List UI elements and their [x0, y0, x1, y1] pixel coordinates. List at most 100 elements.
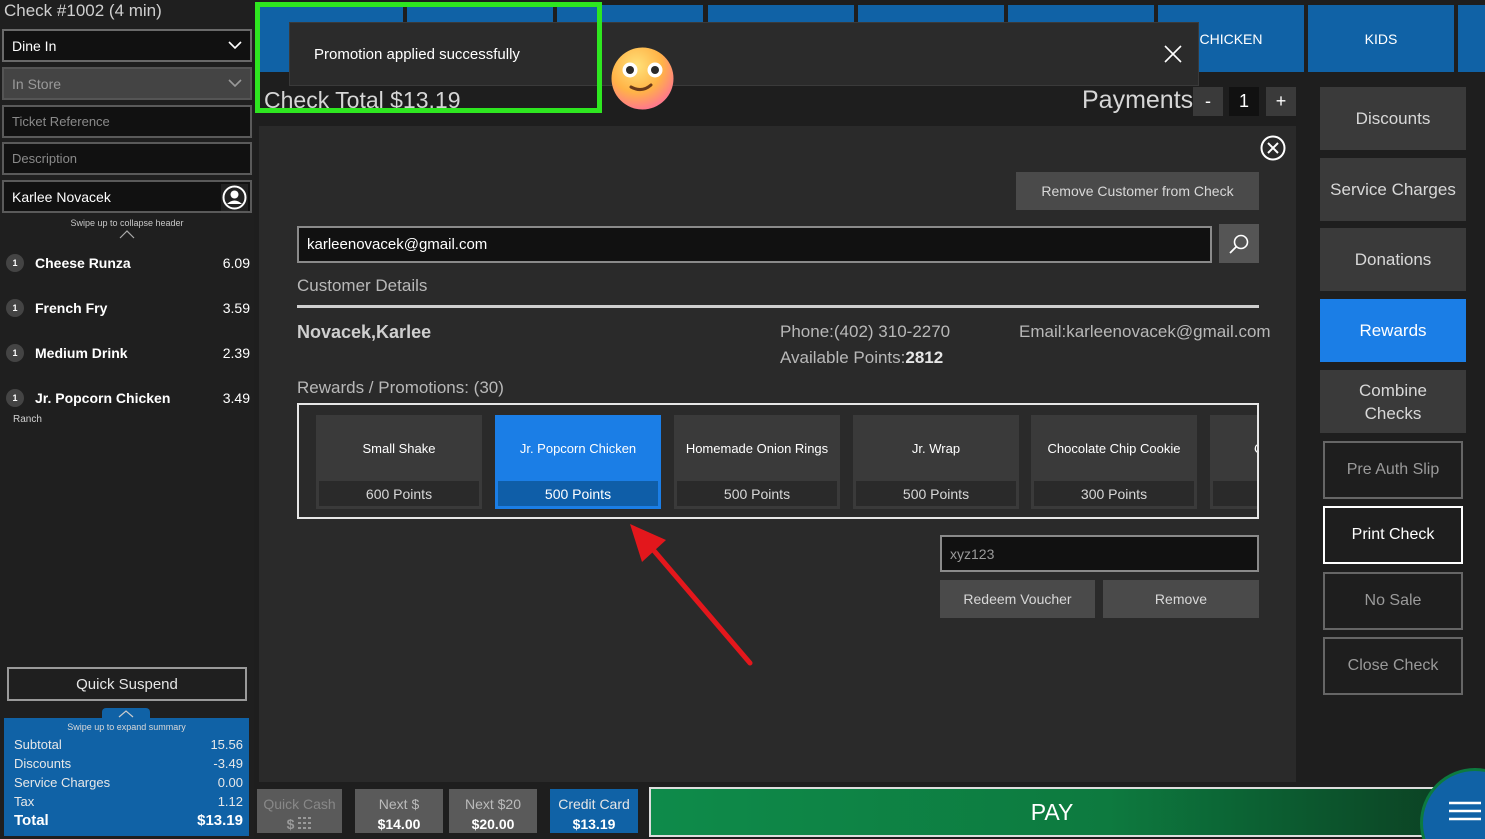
- category-tab-kids[interactable]: KIDS: [1308, 5, 1454, 72]
- search-icon: [1229, 234, 1249, 254]
- customer-field[interactable]: Karlee Novacek: [2, 180, 252, 213]
- payments-count: 1: [1229, 87, 1259, 116]
- next-20-value: $20.00: [471, 816, 515, 832]
- voucher-input[interactable]: xyz123: [940, 535, 1259, 572]
- reward-name: Jr. Wrap: [911, 440, 961, 456]
- chevron-down-icon: [228, 79, 242, 88]
- order-item[interactable]: 1 French Fry 3.59: [6, 296, 252, 320]
- service-charges-button[interactable]: Service Charges: [1320, 158, 1466, 221]
- reward-name: Chocolate Chip Cookie: [1047, 440, 1181, 456]
- order-panel: Check #1002 (4 min) Dine In In Store Tic…: [0, 0, 254, 839]
- reward-name: Homemade Onion Rings: [685, 440, 829, 456]
- quick-suspend-button[interactable]: Quick Suspend: [7, 667, 247, 701]
- category-tab[interactable]: [1458, 5, 1485, 72]
- item-qty: 1: [6, 299, 24, 317]
- swipe-header-hint: Swipe up to collapse header: [70, 218, 184, 228]
- order-type-value: Dine In: [12, 37, 57, 54]
- item-price: 6.09: [222, 255, 250, 271]
- grid-icon: [298, 817, 312, 829]
- customer-search-input[interactable]: karleenovacek@gmail.com: [297, 226, 1212, 263]
- customer-phone: Phone:(402) 310-2270: [780, 322, 951, 341]
- reward-points: 600 Points: [319, 481, 479, 506]
- reward-card[interactable]: C: [1210, 415, 1257, 509]
- swipe-summary-hint: Swipe up to expand summary: [67, 722, 186, 732]
- close-icon[interactable]: [1164, 45, 1182, 63]
- customer-email: Email:karleenovacek@gmail.com: [1019, 322, 1271, 341]
- close-circle-icon[interactable]: [1260, 135, 1286, 161]
- reward-points: [1213, 481, 1257, 506]
- order-type-select[interactable]: Dine In: [2, 29, 252, 62]
- reward-points: 500 Points: [856, 481, 1016, 506]
- donations-button[interactable]: Donations: [1320, 228, 1466, 291]
- discounts-button[interactable]: Discounts: [1320, 87, 1466, 150]
- user-profile-icon[interactable]: [221, 184, 248, 211]
- location-value: In Store: [12, 75, 62, 92]
- item-price: 2.39: [222, 345, 250, 361]
- payments-label: Payments: [1082, 86, 1194, 114]
- item-modifier: Ranch: [13, 414, 42, 425]
- quick-cash-button[interactable]: Quick Cash $: [257, 789, 342, 833]
- item-price: 3.59: [222, 300, 250, 316]
- no-sale-button[interactable]: No Sale: [1323, 572, 1463, 630]
- print-check-button[interactable]: Print Check: [1323, 506, 1463, 564]
- summary-total: Total $13.19: [14, 812, 243, 829]
- reward-points: 500 Points: [677, 481, 837, 506]
- rewards-button[interactable]: Rewards: [1320, 299, 1466, 362]
- summary-subtotal: Subtotal 15.56: [14, 737, 243, 752]
- item-name: Medium Drink: [35, 345, 128, 361]
- description-input[interactable]: Description: [2, 142, 252, 175]
- item-name: Jr. Popcorn Chicken: [35, 390, 171, 406]
- payments-increment-button[interactable]: +: [1266, 87, 1296, 116]
- reward-card[interactable]: Small Shake 600 Points: [316, 415, 482, 509]
- divider: [297, 305, 1259, 308]
- customer-rewards-modal: Remove Customer from Check karleenovacek…: [259, 126, 1296, 782]
- next-dollar-button[interactable]: Next $ $14.00: [355, 789, 443, 833]
- item-price: 3.49: [222, 390, 250, 406]
- summary-service-charges: Service Charges 0.00: [14, 775, 243, 790]
- remove-customer-button[interactable]: Remove Customer from Check: [1016, 172, 1259, 210]
- reward-name: Small Shake: [362, 440, 436, 456]
- order-item[interactable]: 1 Medium Drink 2.39: [6, 341, 252, 365]
- order-summary[interactable]: Swipe up to expand summary Subtotal 15.56…: [4, 708, 249, 836]
- close-check-button[interactable]: Close Check: [1323, 637, 1463, 695]
- payments-decrement-button[interactable]: -: [1193, 87, 1223, 116]
- summary-discounts: Discounts -3.49: [14, 756, 243, 771]
- summary-expand-tab[interactable]: [102, 708, 150, 720]
- item-name: French Fry: [35, 300, 108, 316]
- customer-details-label: Customer Details: [297, 276, 428, 295]
- chevron-down-icon: [228, 41, 242, 50]
- smiley-emoji-icon: [611, 47, 674, 110]
- reward-card[interactable]: Jr. Wrap 500 Points: [853, 415, 1019, 509]
- item-qty: 1: [6, 254, 24, 272]
- summary-tax: Tax 1.12: [14, 794, 243, 809]
- menu-button[interactable]: [1420, 768, 1485, 839]
- next-20-button[interactable]: Next $20 $20.00: [449, 789, 537, 833]
- customer-full-name: Novacek,Karlee: [297, 322, 432, 342]
- reward-card-selected[interactable]: Jr. Popcorn Chicken 500 Points: [495, 415, 661, 509]
- location-select[interactable]: In Store: [2, 67, 252, 100]
- reward-card[interactable]: Homemade Onion Rings 500 Points: [674, 415, 840, 509]
- remove-voucher-button[interactable]: Remove: [1103, 580, 1259, 618]
- credit-card-button[interactable]: Credit Card $13.19: [550, 789, 638, 833]
- next-dollar-label: Next $: [378, 796, 420, 812]
- next-dollar-value: $14.00: [377, 816, 421, 832]
- combine-checks-button[interactable]: Combine Checks: [1320, 370, 1466, 433]
- credit-card-label: Credit Card: [558, 796, 630, 812]
- description-placeholder: Description: [12, 151, 78, 166]
- pre-auth-slip-button[interactable]: Pre Auth Slip: [1323, 441, 1463, 499]
- order-item[interactable]: 1 Cheese Runza 6.09: [6, 251, 252, 275]
- order-item[interactable]: 1 Jr. Popcorn Chicken 3.49: [6, 386, 252, 410]
- reward-name: Jr. Popcorn Chicken: [519, 440, 637, 456]
- customer-name: Karlee Novacek: [12, 188, 111, 205]
- pay-button[interactable]: PAY: [649, 787, 1485, 837]
- ticket-reference-input[interactable]: Ticket Reference: [2, 105, 252, 138]
- reward-card[interactable]: Chocolate Chip Cookie 300 Points: [1031, 415, 1197, 509]
- quick-cash-label: Quick Cash: [263, 796, 336, 812]
- item-qty: 1: [6, 344, 24, 362]
- customer-points: Available Points:2812: [780, 348, 944, 367]
- search-button[interactable]: [1219, 224, 1259, 263]
- redeem-voucher-button[interactable]: Redeem Voucher: [940, 580, 1095, 618]
- chevron-up-icon[interactable]: [119, 230, 135, 239]
- chevron-up-icon: [118, 710, 134, 718]
- rewards-carousel[interactable]: Small Shake 600 Points Jr. Popcorn Chick…: [297, 403, 1259, 519]
